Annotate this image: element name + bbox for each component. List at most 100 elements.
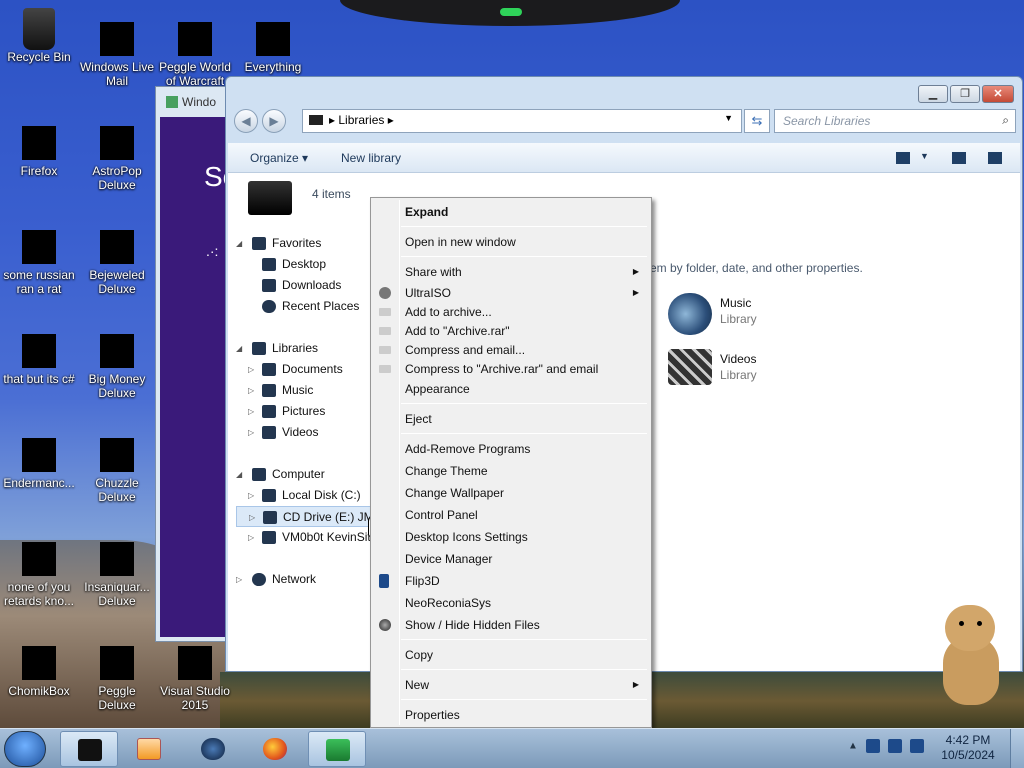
minimize-button[interactable]: ▁ [918,85,948,103]
desktop-icon-firefox[interactable]: Firefox [0,126,78,178]
menu-item-open-new-window[interactable]: Open in new window [373,232,649,252]
address-crumb-libraries[interactable]: Libraries [338,113,384,127]
collapsed-arrow-icon[interactable]: ▷ [248,380,254,401]
menu-item-appearance[interactable]: Appearance [373,379,649,399]
menu-item-share-with[interactable]: Share with ▶ [373,262,649,282]
organize-button[interactable]: Organize ▾ [250,151,308,165]
taskbar-firefox[interactable] [246,731,304,767]
menu-item-compress-rar-email[interactable]: Compress to "Archive.rar" and email [373,359,649,379]
collapsed-arrow-icon[interactable]: ▷ [248,527,254,548]
menu-item-device-manager[interactable]: Device Manager [373,549,649,569]
network-tray-icon[interactable] [887,739,902,753]
menu-item-eject[interactable]: Eject [373,409,649,429]
tree-desktop[interactable]: Desktop [236,254,376,275]
desktop-icon-windows-live-mail[interactable]: Windows Live Mail [78,22,156,88]
desktop-icon-recycle-bin[interactable]: Recycle Bin [0,8,78,64]
tree-favorites[interactable]: ◢ Favorites [236,233,376,254]
tray-app-icon[interactable] [865,739,880,753]
tree-pictures[interactable]: ▷ Pictures [236,401,376,422]
tree-downloads[interactable]: Downloads [236,275,376,296]
menu-item-new[interactable]: New ▶ [373,675,649,695]
taskbar-explorer[interactable] [60,731,118,767]
show-hidden-icons-icon[interactable]: ▲ [848,741,858,752]
background-window-titlebar[interactable]: Windo [156,87,234,117]
collapsed-arrow-icon[interactable]: ▷ [248,401,254,422]
help-icon[interactable] [988,152,1002,164]
desktop-icon-peggle-deluxe[interactable]: Peggle Deluxe [78,646,156,712]
desktop-icon-none-of-you[interactable]: none of you retards kno... [0,542,78,608]
menu-item-add-to-archive[interactable]: Add to archive... [373,302,649,322]
new-library-button[interactable]: New library [341,151,401,165]
tree-music[interactable]: ▷ Music [236,380,376,401]
collapsed-arrow-icon[interactable]: ▷ [248,485,254,506]
desktop-icon-insaniquarium[interactable]: Insaniquar... Deluxe [78,542,156,608]
menu-item-desktop-icons-settings[interactable]: Desktop Icons Settings [373,527,649,547]
desktop-icon-peggle-wow[interactable]: Peggle World of Warcraft [156,22,234,86]
view-dropdown-icon[interactable]: ▼ [920,151,929,161]
search-input[interactable]: Search Libraries ⌕ [774,109,1016,133]
menu-item-properties[interactable]: Properties [373,705,649,725]
menu-item-control-panel[interactable]: Control Panel [373,505,649,525]
tree-documents[interactable]: ▷ Documents [236,359,376,380]
tree-recent-places[interactable]: Recent Places [236,296,376,317]
taskbar-app[interactable] [308,731,366,767]
tree-local-disk[interactable]: ▷ Local Disk (C:) [236,485,376,506]
desktop-icon-that-but-c[interactable]: that but its c# [0,334,78,386]
desktop-icon-everything[interactable]: Everything [234,22,312,74]
menu-item-neoreconiasys[interactable]: NeoReconiaSys [373,593,649,613]
taskbar-media-player[interactable] [120,731,178,767]
hamster-desktop-pet[interactable] [935,605,1005,705]
desktop-icon-chuzzle[interactable]: Chuzzle Deluxe [78,438,156,504]
taskbar-globe[interactable] [184,731,242,767]
menu-item-copy[interactable]: Copy [373,645,649,665]
menu-item-flip3d[interactable]: Flip3D [373,571,649,591]
background-window[interactable]: Windo Se .·: [155,86,238,642]
menu-item-change-theme[interactable]: Change Theme [373,461,649,481]
volume-icon[interactable] [909,739,924,753]
change-view-icon[interactable] [896,152,910,164]
menu-item-show-hide-hidden-files[interactable]: Show / Hide Hidden Files [373,615,649,635]
address-bar[interactable]: ▸ Libraries ▸ ▼ [302,109,742,133]
show-desktop-button[interactable] [1010,729,1024,768]
menu-item-expand[interactable]: Expand [373,202,649,222]
menu-item-add-to-archive-rar[interactable]: Add to "Archive.rar" [373,321,649,341]
desktop-icon-label: Big Money Deluxe [88,372,146,400]
address-dropdown-icon[interactable]: ▼ [724,113,733,123]
menu-item-compress-and-email[interactable]: Compress and email... [373,340,649,360]
library-tile-videos[interactable]: Videos Library [668,349,868,393]
preview-pane-icon[interactable] [952,152,966,164]
expand-arrow-icon[interactable]: ◢ [236,233,242,254]
search-icon[interactable]: ⌕ [1002,113,1009,128]
desktop-icon-endermanc[interactable]: Endermanc... [0,438,78,490]
forward-button[interactable]: ▶ [262,109,286,133]
tree-computer[interactable]: ◢ Computer [236,464,376,485]
desktop-icon-bejeweled[interactable]: Bejeweled Deluxe [78,230,156,296]
documents-icon [262,363,276,376]
collapsed-arrow-icon[interactable]: ▷ [249,507,255,528]
clock[interactable]: 4:42 PM 10/5/2024 [938,733,998,763]
refresh-button[interactable]: ⇆ [744,109,770,133]
desktop-icon-big-money[interactable]: Big Money Deluxe [78,334,156,400]
maximize-button[interactable]: ❐ [950,85,980,103]
tree-videos[interactable]: ▷ Videos [236,422,376,443]
desktop-icon-chomikbox[interactable]: ChomikBox [0,646,78,698]
back-button[interactable]: ◀ [234,109,258,133]
tree-vm-drive[interactable]: ▷ VM0b0t KevinSit [236,527,376,548]
expand-arrow-icon[interactable]: ◢ [236,338,242,359]
tree-network[interactable]: ▷ Network [236,569,376,590]
close-button[interactable]: ✕ [982,85,1014,103]
expand-arrow-icon[interactable]: ◢ [236,464,242,485]
desktop-icon-visual-studio[interactable]: Visual Studio 2015 [156,646,234,712]
desktop-icon-astropop[interactable]: AstroPop Deluxe [78,126,156,192]
menu-item-ultraiso[interactable]: UltraISO ▶ [373,283,649,303]
desktop-icon-russian-rat[interactable]: some russian ran a rat [0,230,78,296]
tree-libraries[interactable]: ◢ Libraries [236,338,376,359]
tree-cd-drive[interactable]: ▷ CD Drive (E:) JM1 [236,506,386,527]
start-button[interactable] [4,731,46,767]
menu-item-change-wallpaper[interactable]: Change Wallpaper [373,483,649,503]
collapsed-arrow-icon[interactable]: ▷ [248,359,254,380]
collapsed-arrow-icon[interactable]: ▷ [236,569,242,590]
library-tile-music[interactable]: Music Library [668,293,868,337]
collapsed-arrow-icon[interactable]: ▷ [248,422,254,443]
menu-item-add-remove-programs[interactable]: Add-Remove Programs [373,439,649,459]
